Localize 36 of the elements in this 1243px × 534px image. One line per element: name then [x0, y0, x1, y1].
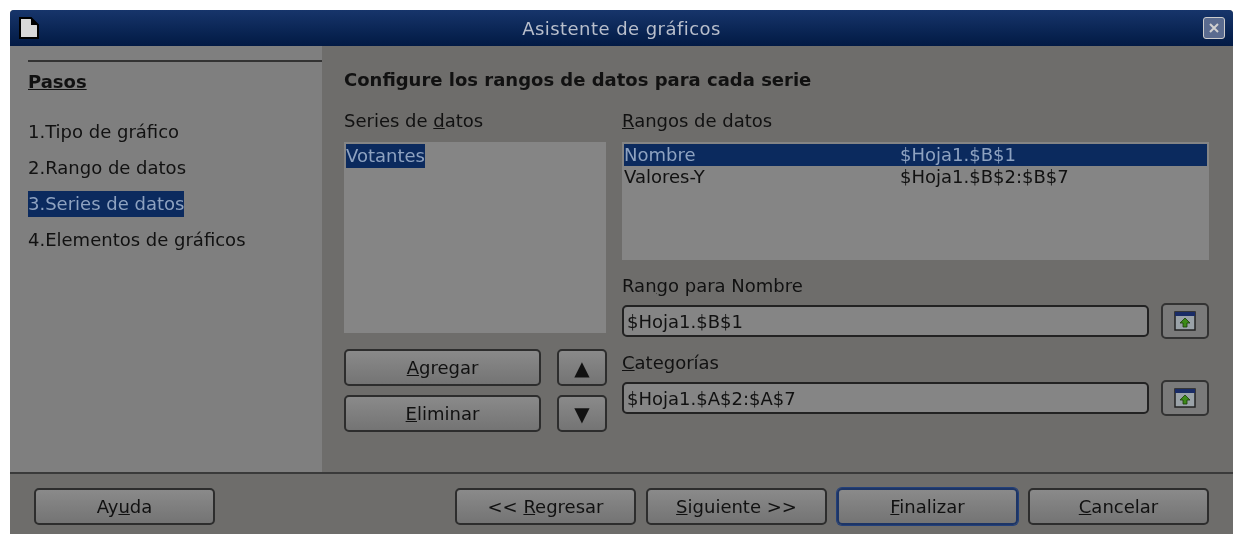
field-label: Rango para Nombre	[622, 274, 804, 298]
app-logo-icon	[18, 16, 40, 40]
step-item[interactable]: 4.Elementos de gráficos	[28, 227, 246, 253]
field-label: Categorías	[622, 351, 720, 375]
move-button[interactable]: ▼	[557, 395, 607, 432]
close-icon	[1208, 22, 1220, 34]
window-title: Asistente de gráficos	[521, 16, 722, 41]
range-row[interactable]: Nombre $Hoja1.$B$1	[624, 144, 1207, 166]
series-item[interactable]: Votantes	[346, 144, 425, 168]
shrink-button[interactable]	[1161, 303, 1209, 339]
series-action-button[interactable]: Eliminar	[344, 395, 541, 432]
range-input-field[interactable]: $Hoja1.$B$1	[622, 305, 1149, 337]
range-row[interactable]: Valores-Y $Hoja1.$B$2:$B$7	[624, 166, 1207, 188]
series-action-button[interactable]: Agregar	[344, 349, 541, 386]
close-button[interactable]	[1203, 17, 1225, 39]
range-value: $Hoja1.$B$2:$B$7	[900, 166, 1069, 188]
step-item[interactable]: 1.Tipo de gráfico	[28, 119, 180, 145]
footer-button[interactable]: Cancelar	[1028, 488, 1209, 525]
shrink-button[interactable]	[1161, 380, 1209, 416]
step-item[interactable]: 3.Series de datos	[28, 191, 185, 217]
shrink-dialog-icon	[1174, 311, 1196, 331]
section-heading: Configure los rangos de datos para cada serie	[344, 68, 813, 92]
shrink-dialog-icon	[1174, 388, 1196, 408]
footer-button[interactable]: << Regresar	[455, 488, 636, 525]
ranges-label: Rangos de datos	[622, 109, 774, 133]
footer-button[interactable]: Siguiente >>	[646, 488, 827, 525]
steps-heading: Pasos	[28, 70, 88, 94]
move-button[interactable]: ▲	[557, 349, 607, 386]
footer-button[interactable]: Finalizar	[837, 488, 1018, 525]
range-input-field[interactable]: $Hoja1.$A$2:$A$7	[622, 382, 1149, 414]
range-value: $Hoja1.$B$1	[900, 144, 1016, 166]
series-label: Series de datos	[344, 109, 485, 133]
range-role: Valores-Y	[624, 166, 706, 188]
footer-button[interactable]: Ayuda	[34, 488, 215, 525]
range-role: Nombre	[624, 144, 697, 166]
step-item[interactable]: 2.Rango de datos	[28, 155, 186, 181]
